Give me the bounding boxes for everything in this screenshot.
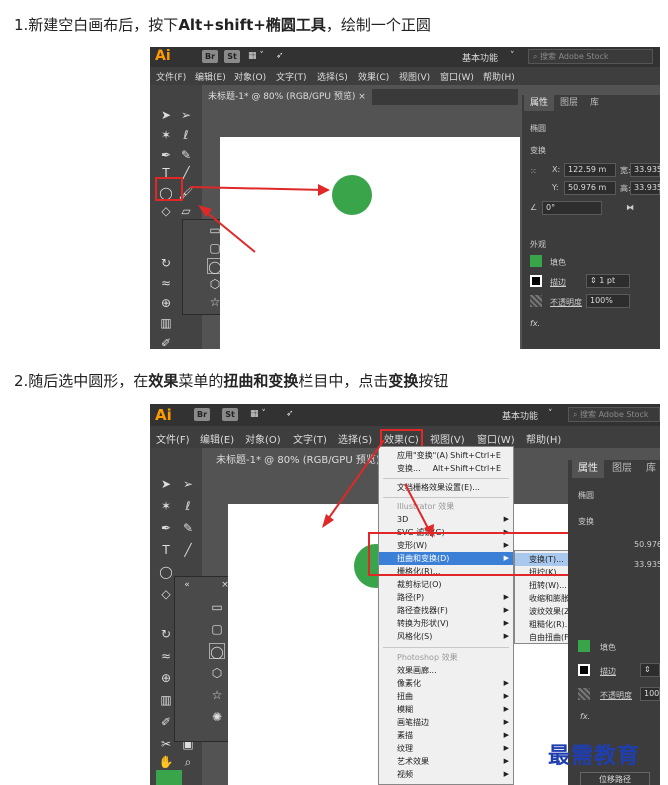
stroke-label-2[interactable]: 描边 [600,666,616,677]
opacity-icon [530,295,542,307]
tab-properties-2[interactable]: 属性 [572,460,604,478]
step2-group: 扭曲和变换 [223,372,299,390]
section-shape-label-2: 椭圆 [578,491,594,500]
h-value-partial[interactable]: 33.935 [634,560,660,569]
angle-icon: ∠ [530,203,538,212]
screenshot-draw-circle: Ai Br St ▦ ˅ ➶ 基本功能 ˅ ⌕ 搜索 Adobe Stock 文… [150,47,660,349]
offset-path-button[interactable]: 位移路径 [580,772,650,785]
step2-mid1: 菜单的 [178,372,224,390]
arrow-to-tool [204,210,256,253]
w-field[interactable]: 33.935 [630,163,660,177]
step2-suffix: 按钮 [418,372,449,390]
opacity-label-2[interactable]: 不透明度 [600,690,632,701]
fill-label-2: 填色 [600,643,616,652]
stroke-label[interactable]: 描边 [550,277,566,288]
stepper-icon[interactable]: ⇕ [590,276,599,285]
tab-properties[interactable]: 属性 [524,95,555,111]
tab-layers[interactable]: 图层 [554,95,584,111]
step2-prefix: 2.随后选中圆形，在 [14,372,149,390]
stroke-weight-value: 1 pt [599,276,616,285]
y-field[interactable]: 50.976 m [564,181,616,195]
x-label: X: [552,165,561,174]
step1-suffix: ，绘制一个正圆 [325,16,431,34]
fx-icon[interactable]: fx. [530,319,540,328]
arrow-head-artboard [322,514,334,528]
tab-libraries[interactable]: 库 [584,95,605,111]
x-field[interactable]: 122.59 m [564,163,616,177]
section-transform-label: 变换 [530,146,546,155]
stroke-swatch[interactable] [530,275,542,287]
fill-swatch-2[interactable] [578,640,590,652]
section-appearance-label: 外观 [530,240,546,249]
opacity-field-2[interactable]: 100 [640,687,660,701]
stroke-stepper-icon-2[interactable]: ⇕ [640,663,660,677]
arrow-to-artboard [325,439,385,523]
fill-swatch[interactable] [530,255,542,267]
properties-panel-2: 属性 图层 库 椭圆 变换 50.976 m 33.935 填色 描边 ⇕ 不透… [568,460,660,785]
stroke-swatch-2[interactable] [578,664,590,676]
angle-field[interactable]: 0° [542,201,602,215]
fill-label: 填色 [550,258,566,267]
opacity-label[interactable]: 不透明度 [550,297,582,308]
step1-keys: Alt+shift+椭圆工具 [178,16,326,34]
section-shape-label: 椭圆 [530,124,546,133]
arrow-to-circle [189,186,326,191]
screenshot-effect-menu: Ai Br St ▦ ˅ ➶ 基本功能 ˅ ⌕ 搜索 Adobe Stock 文… [150,404,660,785]
arrow-to-distort [404,483,431,533]
stroke-weight-field[interactable]: ⇕ 1 pt [586,274,630,288]
step2-mid2: 栏目中，点击 [298,372,389,390]
section-transform-label-2: 变换 [578,517,594,526]
tab-layers-2[interactable]: 图层 [606,460,638,478]
properties-panel: 属性 图层 库 椭圆 变换 ⁙ X: 122.59 m 宽: 33.935 Y:… [522,95,660,349]
arrow-head-circle [318,184,330,196]
h-field[interactable]: 33.935 [630,181,660,195]
fx-icon-2[interactable]: fx. [580,712,590,721]
y-value-partial[interactable]: 50.976 m [634,540,660,549]
tab-libraries-2[interactable]: 库 [640,460,660,478]
step2-menu: 效果 [148,372,179,390]
step1-prefix: 1.新建空白画布后，按下 [14,16,179,34]
arrow-head-distort [424,524,434,538]
flip-horizontal-icon[interactable]: ⧓ [626,203,634,212]
step1-caption: 1.新建空白画布后，按下Alt+shift+椭圆工具，绘制一个正圆 [14,14,431,35]
opacity-icon-2 [578,688,590,700]
opacity-field[interactable]: 100% [586,294,630,308]
watermark-logo: 最需教育 [548,743,641,769]
reference-point-icon[interactable]: ⁙ [530,167,537,176]
step2-item: 变换 [388,372,419,390]
y-label: Y: [552,183,559,192]
step2-caption: 2.随后选中圆形，在效果菜单的扭曲和变换栏目中，点击变换按钮 [14,370,448,391]
